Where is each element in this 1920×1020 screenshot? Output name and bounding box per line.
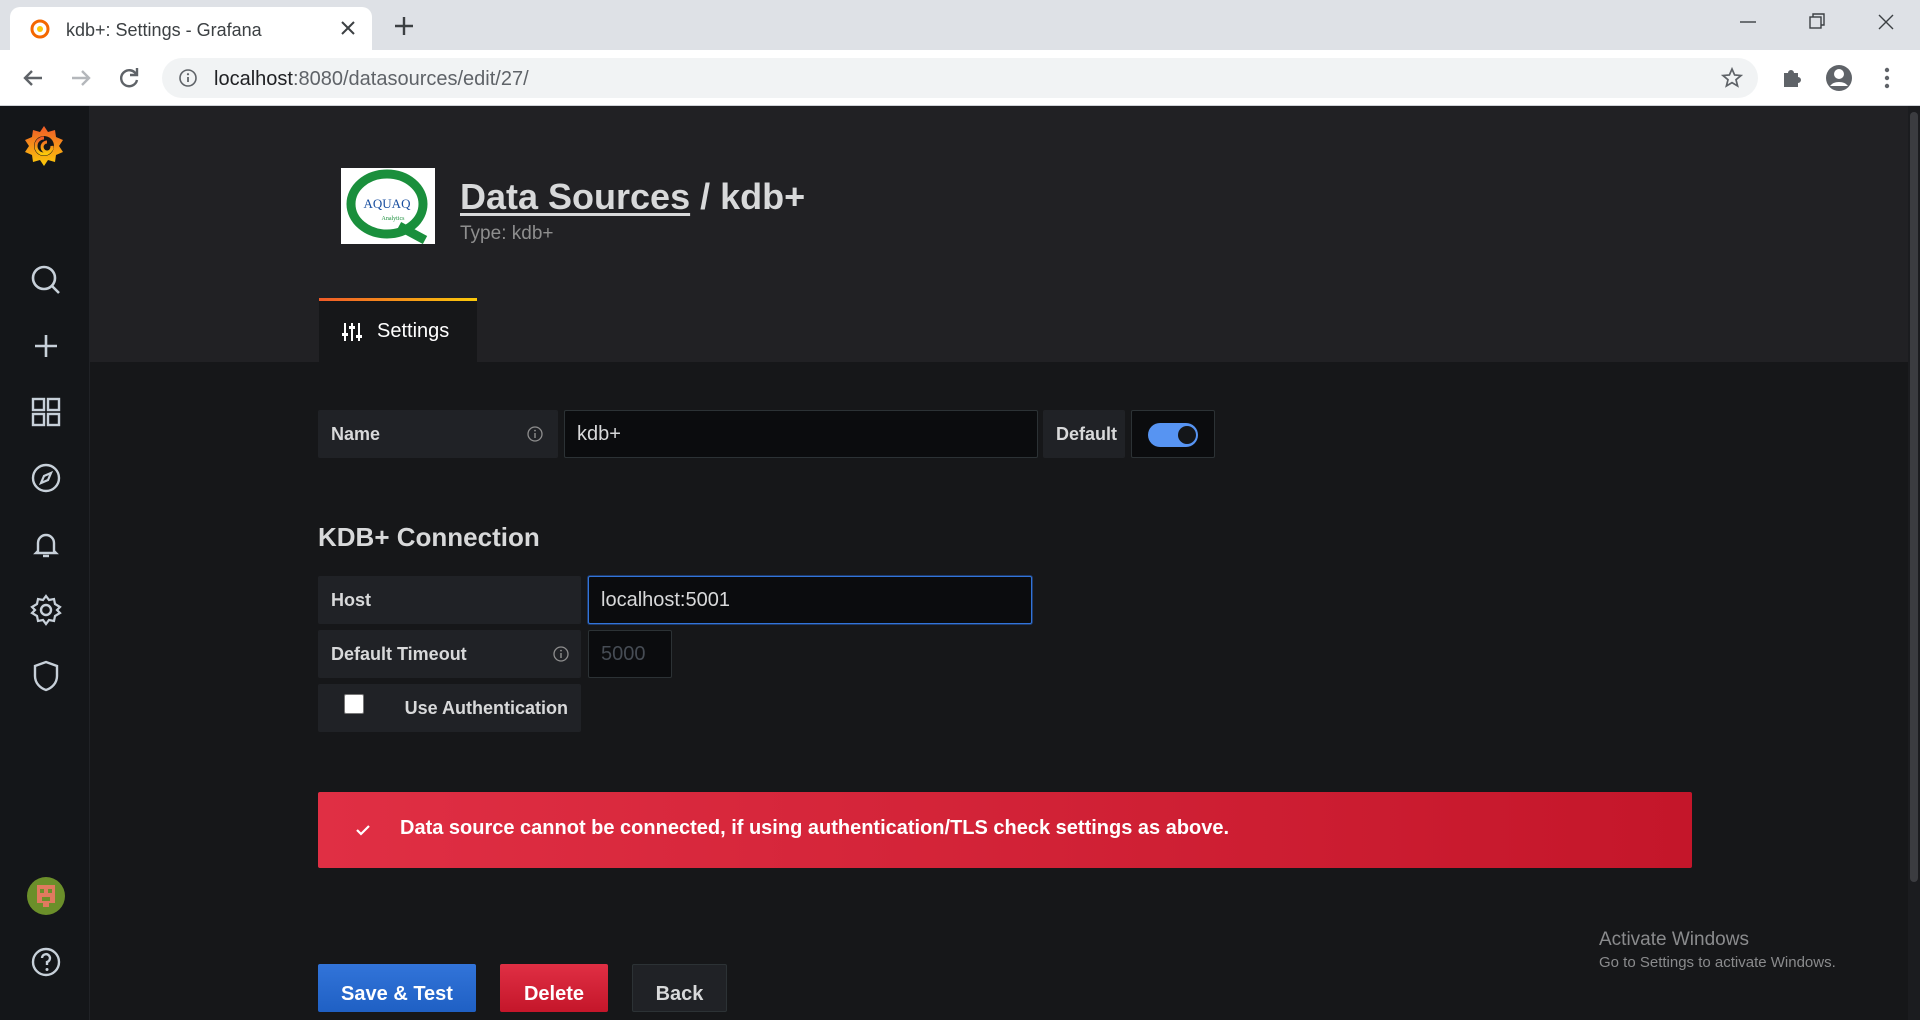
- host-label-text: Host: [331, 590, 371, 610]
- url-host: localhost: [214, 68, 293, 90]
- explore-compass-icon[interactable]: [27, 459, 65, 497]
- back-button[interactable]: Back: [632, 964, 727, 1012]
- browser-toolbar: localhost:8080/datasources/edit/27/: [0, 50, 1920, 106]
- host-label: Host: [318, 576, 581, 624]
- default-timeout-label-text: Default Timeout: [331, 644, 467, 664]
- section-title-kdb-connection: KDB+ Connection: [318, 522, 540, 552]
- default-timeout-label: Default Timeout: [318, 630, 581, 678]
- default-toggle[interactable]: [1148, 423, 1198, 447]
- shield-icon[interactable]: [27, 657, 65, 695]
- address-bar[interactable]: localhost:8080/datasources/edit/27/: [162, 58, 1758, 98]
- default-timeout-input[interactable]: [588, 630, 672, 678]
- restore-icon[interactable]: [1800, 8, 1832, 36]
- logo-subtext: Analytics: [382, 216, 406, 222]
- toggle-knob: [1178, 426, 1196, 444]
- timeout-info-icon[interactable]: [552, 645, 570, 663]
- use-authentication-checkbox[interactable]: [344, 694, 364, 714]
- side-menu: [0, 106, 90, 1020]
- url-text: localhost:8080/datasources/edit/27/: [214, 68, 529, 91]
- search-icon[interactable]: [27, 261, 65, 299]
- breadcrumb-data-sources-link[interactable]: Data Sources: [460, 176, 690, 217]
- avatar[interactable]: [27, 877, 65, 915]
- plus-icon[interactable]: [27, 327, 65, 365]
- grafana-favicon-icon: [30, 19, 50, 39]
- scrollbar-thumb[interactable]: [1910, 112, 1918, 882]
- default-toggle-container: [1131, 410, 1215, 458]
- breadcrumb-separator: /: [690, 176, 721, 217]
- delete-button[interactable]: Delete: [500, 964, 608, 1012]
- forward-arrow-icon[interactable]: [66, 63, 96, 93]
- tab-title: kdb+: Settings - Grafana: [66, 20, 262, 40]
- default-label: Default: [1043, 410, 1125, 458]
- bookmark-star-icon[interactable]: [1720, 66, 1744, 90]
- sliders-icon: [342, 323, 362, 341]
- tab-settings-label: Settings: [377, 320, 450, 342]
- check-icon: [356, 825, 370, 836]
- new-tab-icon[interactable]: [390, 12, 418, 40]
- datasource-logo: AQUAQ Analytics: [341, 168, 435, 244]
- close-tab-icon[interactable]: [336, 16, 360, 40]
- tab-settings[interactable]: Settings: [319, 298, 477, 362]
- activate-windows-title: Activate Windows: [1599, 929, 1749, 950]
- logo-text: AQUAQ: [364, 196, 412, 211]
- name-label: Name: [318, 410, 558, 458]
- name-label-text: Name: [331, 424, 381, 444]
- site-info-icon[interactable]: [178, 68, 198, 88]
- close-window-icon[interactable]: [1870, 8, 1902, 36]
- save-and-test-button[interactable]: Save & Test: [318, 964, 476, 1012]
- name-info-icon[interactable]: [526, 425, 544, 443]
- back-arrow-icon[interactable]: [18, 63, 48, 93]
- page-header: AQUAQ Analytics Data Sources / kdb+ Type…: [90, 106, 1908, 362]
- extensions-puzzle-icon[interactable]: [1776, 63, 1806, 93]
- page-title: Data Sources / kdb+: [460, 176, 805, 218]
- aquaq-logo-icon: AQUAQ Analytics: [346, 169, 428, 244]
- name-input[interactable]: [564, 410, 1038, 458]
- grafana-app: AQUAQ Analytics Data Sources / kdb+ Type…: [0, 106, 1920, 1020]
- alert-message: Data source cannot be connected, if usin…: [400, 817, 1230, 839]
- activate-windows-subtitle: Go to Settings to activate Windows.: [1599, 954, 1836, 971]
- browser-menu-icon[interactable]: [1872, 63, 1902, 93]
- connection-error-alert: Data source cannot be connected, if usin…: [318, 792, 1692, 868]
- browser-tab-strip: kdb+: Settings - Grafana: [0, 0, 1920, 50]
- gear-icon[interactable]: [27, 591, 65, 629]
- dashboards-icon[interactable]: [27, 393, 65, 431]
- url-path: :8080/datasources/edit/27/: [292, 68, 529, 90]
- help-icon[interactable]: [27, 943, 65, 981]
- reload-icon[interactable]: [114, 63, 144, 93]
- use-authentication-label: Use Authentication: [404, 698, 568, 718]
- datasource-type: Type: kdb+: [460, 223, 554, 244]
- default-label-text: Default: [1056, 424, 1118, 444]
- profile-account-icon[interactable]: [1824, 63, 1854, 93]
- host-input[interactable]: [588, 576, 1032, 624]
- minimize-icon[interactable]: [1732, 8, 1764, 36]
- datasource-name-title: kdb+: [720, 176, 806, 217]
- browser-tab[interactable]: kdb+: Settings - Grafana: [10, 7, 372, 50]
- grafana-logo-icon[interactable]: [20, 122, 68, 170]
- alerting-bell-icon[interactable]: [27, 525, 65, 563]
